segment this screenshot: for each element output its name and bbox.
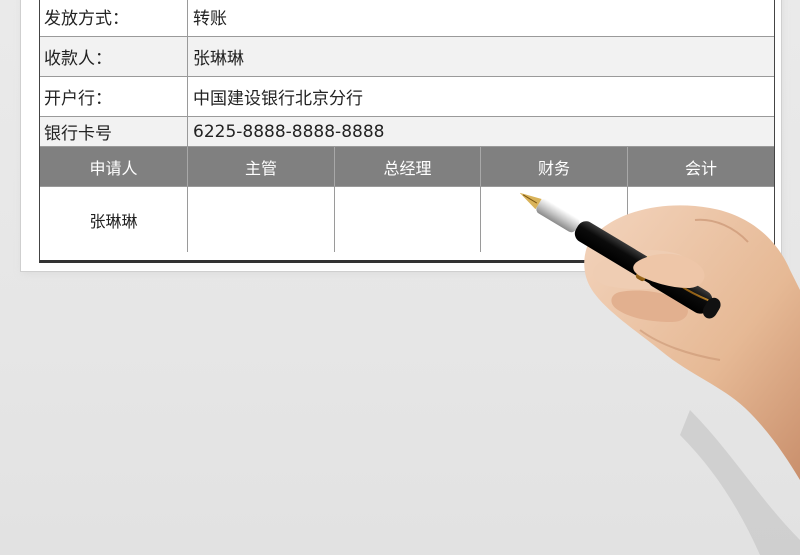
hand-holding-fountain-pen-icon xyxy=(520,192,800,555)
bank-label: 开户行： xyxy=(40,77,188,116)
payment-method-value[interactable]: 转账 xyxy=(188,0,774,36)
header-general-manager: 总经理 xyxy=(335,147,481,186)
payment-method-label: 发放方式： xyxy=(40,0,188,36)
signature-applicant[interactable]: 张琳琳 xyxy=(40,187,188,252)
card-number-label: 银行卡号 xyxy=(40,117,188,146)
signature-general-manager[interactable] xyxy=(335,187,481,252)
bank-value[interactable]: 中国建设银行北京分行 xyxy=(188,77,774,116)
form-row-payee: 收款人： 张琳琳 xyxy=(40,37,774,77)
form-row-bank: 开户行： 中国建设银行北京分行 xyxy=(40,77,774,117)
header-supervisor: 主管 xyxy=(188,147,335,186)
header-applicant: 申请人 xyxy=(40,147,188,186)
form-row-card-number: 银行卡号 6225-8888-8888-8888 xyxy=(40,117,774,147)
payee-label: 收款人： xyxy=(40,37,188,76)
signature-supervisor[interactable] xyxy=(188,187,335,252)
card-number-value[interactable]: 6225-8888-8888-8888 xyxy=(188,117,774,146)
form-row-payment-method: 发放方式： 转账 xyxy=(40,0,774,37)
payee-value[interactable]: 张琳琳 xyxy=(188,37,774,76)
